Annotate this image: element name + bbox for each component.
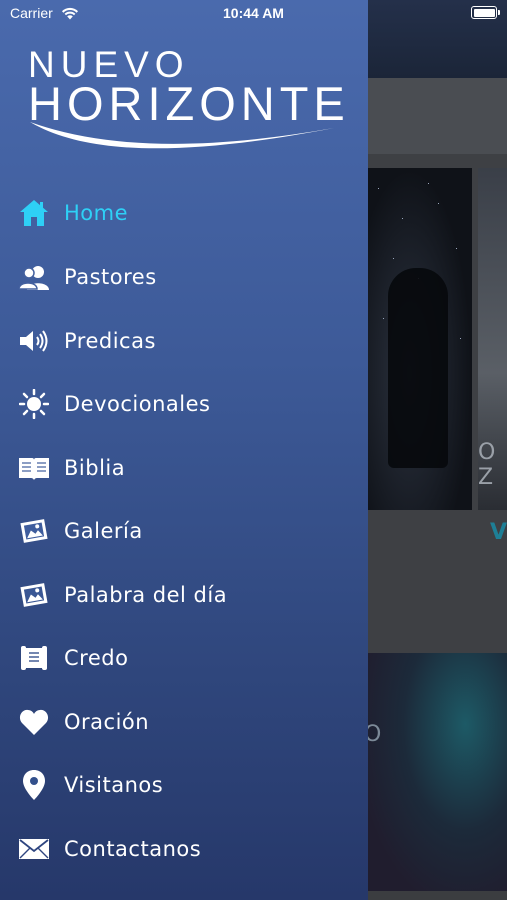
side-drawer: NUEVO HORIZONTE Home Pastores Predicas D… (0, 0, 368, 900)
photo-icon (18, 515, 50, 547)
menu-item-devocionales[interactable]: Devocionales (0, 377, 368, 431)
menu-item-home[interactable]: Home (0, 186, 368, 240)
envelope-icon (18, 833, 50, 865)
menu-item-palabra-del-dia[interactable]: Palabra del día (0, 568, 368, 622)
background-bottom-strip (368, 891, 507, 900)
heart-icon (18, 706, 50, 738)
menu-item-label: Visitanos (64, 773, 164, 797)
menu-item-label: Predicas (64, 329, 156, 353)
menu-item-label: Oración (64, 710, 150, 734)
menu-item-label: Devocionales (64, 392, 211, 416)
people-icon (18, 261, 50, 293)
menu-item-oracion[interactable]: Oración (0, 695, 368, 749)
menu-item-label: Palabra del día (64, 583, 228, 607)
menu-item-predicas[interactable]: Predicas (0, 314, 368, 368)
menu-item-visitanos[interactable]: Visitanos (0, 758, 368, 812)
menu-item-galeria[interactable]: Galería (0, 504, 368, 558)
menu-item-biblia[interactable]: Biblia (0, 441, 368, 495)
scroll-icon (18, 642, 50, 674)
background-bottom-image[interactable] (368, 653, 507, 891)
battery-icon (471, 6, 500, 19)
sun-icon (18, 388, 50, 420)
menu-item-label: Biblia (64, 456, 126, 480)
menu-item-label: Galería (64, 519, 143, 543)
person-silhouette (388, 268, 448, 468)
menu-item-label: Credo (64, 646, 129, 670)
photo-icon (18, 579, 50, 611)
background-night-sky-image[interactable] (368, 168, 472, 510)
background-card-title: V (490, 520, 507, 545)
logo-swoosh-icon (30, 122, 334, 149)
app-logo: NUEVO HORIZONTE (28, 44, 345, 159)
status-time: 10:44 AM (223, 5, 284, 21)
status-bar: Carrier 10:44 AM (0, 0, 507, 28)
speaker-icon (18, 325, 50, 357)
location-pin-icon (18, 769, 50, 801)
menu-item-credo[interactable]: Credo (0, 631, 368, 685)
background-toolbar (368, 78, 507, 154)
menu-item-pastores[interactable]: Pastores (0, 250, 368, 304)
home-icon (18, 197, 50, 229)
menu-item-contactanos[interactable]: Contactanos (0, 822, 368, 876)
book-icon (18, 452, 50, 484)
background-card-text: OZ (478, 440, 496, 490)
menu-item-label: Contactanos (64, 837, 202, 861)
menu-item-label: Pastores (64, 265, 157, 289)
menu-item-label: Home (64, 201, 129, 225)
